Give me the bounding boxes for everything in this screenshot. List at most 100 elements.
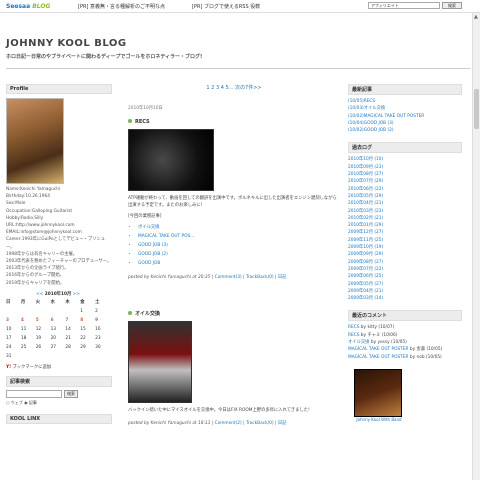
recent-post-link[interactable]: (10/02)MAGICAL TAKE OUT POSTER [348, 113, 462, 120]
archive-link[interactable]: 2009年08月 (27) [348, 259, 462, 266]
archive-link[interactable]: 2010年06月 (22) [348, 186, 462, 193]
calendar-day[interactable]: 7 [65, 318, 80, 323]
calendar-day[interactable]: 8 [80, 318, 95, 323]
calendar-dow: 金 [80, 299, 85, 305]
recent-comment-post-link[interactable]: RECS [348, 325, 359, 330]
pr-link-2[interactable]: [PR] ブログで使えるRSS 役軟 [192, 3, 260, 10]
yahoo-bookmark[interactable]: Y! ブックマークに追加 [6, 364, 112, 370]
comments-link[interactable]: Comment(3) [215, 275, 242, 280]
archive-link[interactable]: 2010年01月 (29) [348, 222, 462, 229]
related-list-item[interactable]: GOOD JOB (2) [138, 250, 340, 259]
site-search-button[interactable]: 検索 [64, 389, 78, 398]
calendar-day: 22 [80, 335, 86, 341]
calendar-day: 17 [6, 335, 12, 341]
recent-comment: MAGICAL TAKE OUT POSTER by nob (10/05) [348, 354, 462, 361]
related-list-item[interactable]: GOOD JOB (3) [138, 241, 340, 250]
calendar-day: 11 [20, 326, 27, 332]
archive-link[interactable]: 2010年09月 (23) [348, 164, 462, 171]
recent-post-link[interactable]: (10/05)RECS [348, 98, 462, 105]
archive-link[interactable]: 2009年05月 (27) [348, 281, 462, 288]
calendar-day: 18 [20, 335, 27, 341]
category-link-2[interactable]: 日記 [278, 421, 287, 426]
archive-link[interactable]: 2009年03月 (14) [348, 295, 462, 302]
calendar-day: 23 [95, 335, 101, 341]
archive-link[interactable]: 2010年07月 (29) [348, 178, 462, 185]
recent-comments-list: RECS by kitty (10/07) RECS by チャミ (10/06)… [348, 324, 462, 360]
calendar-day[interactable]: 4 [21, 318, 36, 323]
search-button[interactable]: 検索 [442, 2, 462, 9]
calendar-dow: 土 [95, 299, 100, 305]
pager-pages[interactable]: 1 2 3 4 5... [206, 85, 233, 91]
recent-posts-heading: 最新記事 [348, 84, 462, 95]
recent-post-link[interactable]: (10/03)オイル交換 [348, 105, 462, 112]
archive-link[interactable]: 2010年10月 (10) [348, 156, 462, 163]
related-list-item[interactable]: ボイル交換 [138, 223, 340, 232]
scroll-up-icon[interactable]: ▲ [474, 14, 478, 20]
archive-link[interactable]: 2010年02月 (21) [348, 215, 462, 222]
archive-link[interactable]: 2010年03月 (23) [348, 208, 462, 215]
archive-link[interactable]: 2010年05月 (29) [348, 193, 462, 200]
calendar-prev-link[interactable]: << [36, 292, 43, 297]
calendar-next-link[interactable]: >> [73, 292, 80, 297]
trackback-link-2[interactable]: TrackBack(0) [246, 421, 274, 426]
recent-comments-heading: 最近のコメント [348, 310, 462, 322]
post-title-2[interactable]: オイル交換 [128, 310, 340, 317]
recent-comment-post-link[interactable]: MAGICAL TAKE OUT POSTER [348, 355, 409, 360]
calendar-day [36, 354, 51, 359]
archive-link[interactable]: 2009年11月 (25) [348, 237, 462, 244]
calendar-day[interactable]: 3 [6, 318, 21, 323]
archive-link[interactable]: 2010年08月 (27) [348, 171, 462, 178]
calendar-grid: 日月火水木金土 1 2 3 4 5 6 7 8 9 10 11 12 13 14 15 16 17 18 19 20 21… [6, 299, 110, 359]
calendar: << 2010年10月 >> 日月火水木金土 1 2 3 4 5 6 7 8 9 10 11 12 13 1… [6, 291, 110, 359]
archive-link[interactable]: 2009年07月 (22) [348, 266, 462, 273]
blog-title[interactable]: JOHNNY KOOL BLOG [6, 38, 127, 49]
calendar-title: 2010年10月 [44, 291, 72, 297]
pr-link-1[interactable]: [PR] 意義無・言る種解析のご不明な点 [78, 3, 165, 10]
post-meta-2: posted by Kenichi Yamaguchi at 18:13 | C… [128, 421, 287, 426]
radio-web-icon[interactable]: ○ [6, 400, 10, 405]
blog-subtitle: ホロ日記ー日常のやブライベートに関わるディープでゴールをホロネティラー・ブログ! [6, 54, 203, 60]
recent-comment: オイル交換 by yossy (10/05) [348, 339, 462, 346]
trackback-link[interactable]: TrackBack(0) [246, 275, 274, 280]
calendar-day: 10 [6, 326, 12, 332]
pager-next-link[interactable]: 次の7件>> [235, 85, 262, 91]
recent-post-link[interactable]: (10/04)GOOD JOB (3) [348, 120, 462, 127]
scrollbar-thumb[interactable] [474, 89, 479, 129]
recent-post-link[interactable]: (10/02)GOOD JOB (2) [348, 127, 462, 134]
calendar-dow: 火 [35, 299, 40, 305]
band-banner-caption[interactable]: Johnny Kool With Band [354, 417, 404, 422]
band-banner[interactable] [354, 368, 402, 417]
related-list-item[interactable]: GOOD JOB [138, 259, 340, 268]
category-link[interactable]: 日記 [278, 275, 287, 280]
related-list-item[interactable]: MAGICAL TAKE OUT POS... [138, 232, 340, 241]
calendar-dow: 月 [20, 299, 26, 305]
archives-list: 2010年10月 (10) 2010年09月 (23) 2010年08月 (27) 2… [348, 156, 462, 302]
scrollbar[interactable]: ▲ [472, 13, 480, 480]
archive-link[interactable]: 2009年06月 (25) [348, 273, 462, 280]
archive-link[interactable]: 2009年12月 (27) [348, 229, 462, 236]
site-search-input[interactable] [6, 389, 62, 398]
calendar-day: 1 [80, 308, 84, 314]
recent-comment-author: by nob (10/05) [408, 354, 442, 360]
calendar-day: 21 [65, 335, 71, 341]
calendar-day[interactable]: 5 [36, 318, 51, 323]
post-title[interactable]: RECS [128, 119, 340, 125]
archive-link[interactable]: 2009年04月 (21) [348, 288, 462, 295]
calendar-day [6, 309, 21, 314]
calendar-day: 29 [80, 344, 86, 350]
calendar-day[interactable]: 9 [95, 318, 110, 323]
post-meta: posted by Kenichi Yamaguchi at 20:35 | C… [128, 275, 287, 280]
recent-comment-post-link[interactable]: オイル交換 [348, 340, 369, 345]
archive-link[interactable]: 2010年04月 (21) [348, 200, 462, 207]
post-image[interactable] [128, 129, 214, 191]
seesaa-logo[interactable]: Seesaa BLOG [6, 3, 50, 10]
archive-link[interactable]: 2009年10月 (19) [348, 244, 462, 251]
comments-link-2[interactable]: Comment(2) [215, 421, 242, 426]
calendar-day[interactable]: 6 [51, 318, 66, 323]
search-input[interactable]: アフィリエイト [368, 2, 440, 9]
post-image-2[interactable] [128, 321, 192, 403]
radio-article-icon[interactable]: ◉ [24, 400, 28, 405]
recent-comment-post-link[interactable]: RECS [348, 333, 359, 338]
archive-link[interactable]: 2009年09月 (29) [348, 251, 462, 258]
recent-comment-post-link[interactable]: MAGICAL TAKE OUT POSTER [348, 347, 409, 352]
